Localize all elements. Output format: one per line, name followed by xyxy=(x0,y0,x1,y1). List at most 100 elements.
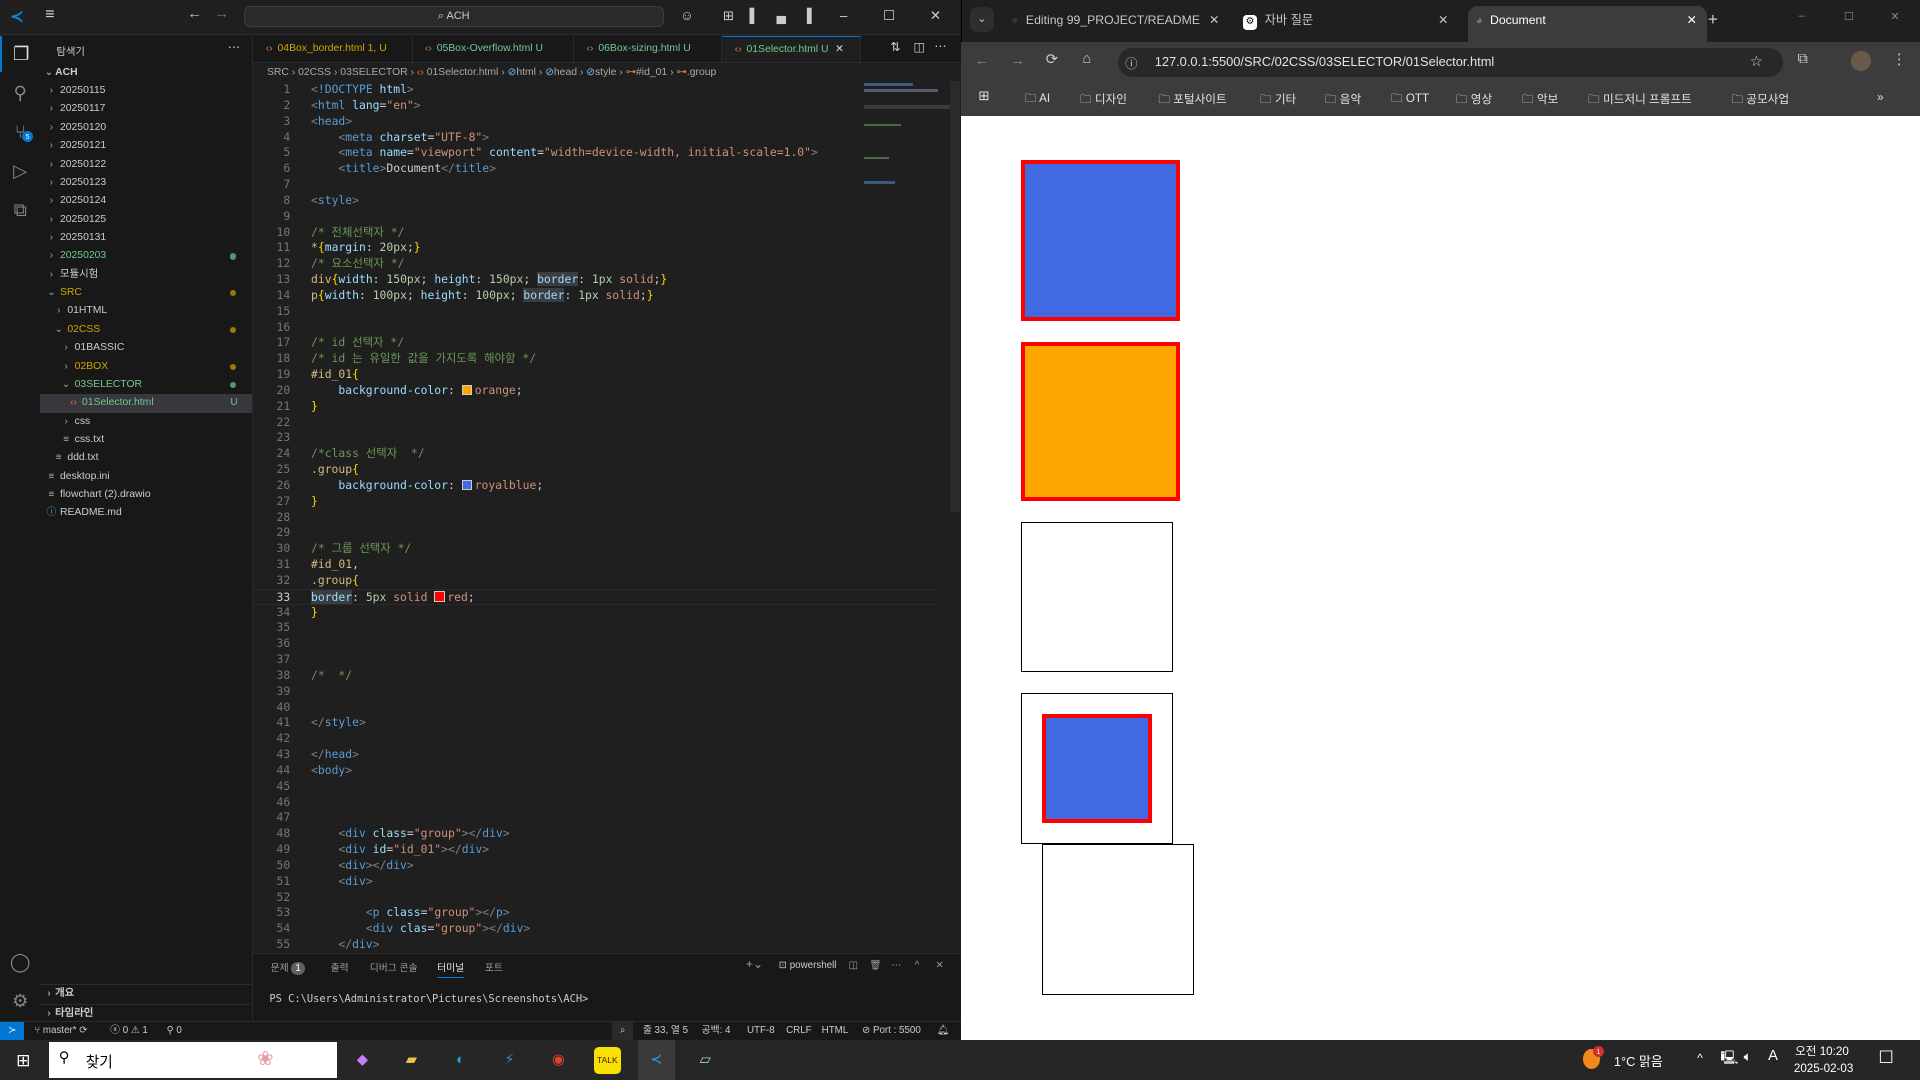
code-line[interactable]: 51 <div> xyxy=(253,874,939,890)
more-actions-icon[interactable]: ⋯ xyxy=(228,40,240,54)
tree-root-ach[interactable]: ⌄ ACH xyxy=(40,64,252,82)
tab-ports[interactable]: 포트 xyxy=(485,960,503,974)
code-line[interactable]: 14 p{width: 100px; height: 100px; border:… xyxy=(253,287,939,304)
site-info-icon[interactable]: ⓘ xyxy=(1125,54,1137,72)
tree-item[interactable]: ≡ desktop.ini xyxy=(40,468,252,486)
more-actions-icon[interactable]: ⋯ xyxy=(934,39,946,53)
extensions-puzzle-icon[interactable]: ⧉ xyxy=(1798,51,1809,67)
tree-item[interactable]: › 01HTML xyxy=(40,302,252,320)
tree-item[interactable]: › 20250125 xyxy=(40,211,252,229)
breadcrumb-item[interactable]: head xyxy=(554,67,577,78)
tab-search-chevron-icon[interactable]: ⌄ xyxy=(969,7,995,32)
more-actions-icon[interactable]: ⋯ xyxy=(891,960,901,971)
tree-item[interactable]: ‹› 01Selector.html U xyxy=(40,394,253,413)
tree-item[interactable]: › 01BASSIC xyxy=(40,339,252,357)
network-app-icon[interactable]: ⚡ xyxy=(496,1047,523,1074)
tree-item[interactable]: › 20250203 xyxy=(40,247,252,265)
color-swatch[interactable] xyxy=(461,384,473,396)
cursor-position[interactable]: 줄 33, 열 5 xyxy=(643,1022,688,1040)
tab-01selector[interactable]: ‹› 01Selector.html U ✕ xyxy=(722,35,861,63)
code-line[interactable]: 1 <!DOCTYPE html> xyxy=(253,82,939,98)
tree-item[interactable]: › 20250115 xyxy=(40,82,252,100)
code-line[interactable]: 42 xyxy=(253,731,939,747)
forward-arrow-icon[interactable]: → xyxy=(214,6,229,22)
bookmark-folder[interactable]: 🗀︎ OTT xyxy=(1391,91,1429,110)
tree-item[interactable]: › 20250131 xyxy=(40,229,252,247)
breadcrumb-item[interactable]: style xyxy=(595,67,616,78)
compare-changes-icon[interactable]: ⇅ xyxy=(890,40,900,54)
code-line[interactable]: 53 <p class="group"></p> xyxy=(253,905,939,921)
code-line[interactable]: 54 <div clas="group"></div> xyxy=(253,921,939,937)
terminal-output[interactable]: PS C:\Users\Administrator\Pictures\Scree… xyxy=(269,993,588,1005)
code-line[interactable]: 37 xyxy=(253,652,939,668)
breadcrumb-item[interactable]: 01Selector.html xyxy=(427,67,499,78)
bookmark-folder[interactable]: 🗀︎ 음악 xyxy=(1325,91,1361,111)
code-line[interactable]: 16 xyxy=(253,320,939,336)
close-panel-icon[interactable]: ✕ xyxy=(936,960,944,971)
tree-item[interactable]: › 02BOX xyxy=(40,358,252,376)
code-line[interactable]: 4 <meta charset="UTF-8"> xyxy=(253,130,939,146)
back-arrow-icon[interactable]: ← xyxy=(975,53,990,69)
home-icon[interactable]: ⌂ xyxy=(1082,51,1091,67)
browser-tab-document[interactable]: ◕ Document ✕ xyxy=(1467,6,1707,42)
code-line[interactable]: 38 /* */ xyxy=(253,668,939,684)
color-swatch[interactable] xyxy=(461,479,473,491)
tree-item[interactable]: › 20250122 xyxy=(40,156,252,174)
code-line[interactable]: 32 .group{ xyxy=(253,573,939,589)
toggle-sidebar-icon[interactable]: ▌ xyxy=(746,7,763,24)
notifications-bell-icon[interactable]: 🔔︎ xyxy=(937,1022,949,1040)
weather-icon[interactable]: 1 xyxy=(1583,1045,1605,1069)
apps-grid-icon[interactable]: ⊞ xyxy=(978,88,989,104)
taskbar-search-box[interactable]: ⚲ 찾기 ❀ xyxy=(48,1042,337,1078)
tree-item[interactable]: › 20250117 xyxy=(40,100,252,118)
toggle-secondary-sidebar-icon[interactable]: ▐ xyxy=(798,7,815,24)
tree-item[interactable]: ≡ css.txt xyxy=(40,431,252,449)
tab-05box-overflow[interactable]: ‹› 05Box-Overflow.html U xyxy=(412,35,575,63)
copilot-icon[interactable]: ☺ xyxy=(678,7,695,24)
tray-overflow-icon[interactable]: ^ xyxy=(1697,1051,1703,1065)
trash-icon[interactable]: 🗑 xyxy=(869,960,881,971)
copilot-icon[interactable]: ◆ xyxy=(349,1047,376,1074)
code-line[interactable]: 49 <div id="id_01"></div> xyxy=(253,842,939,858)
code-line[interactable]: 27} xyxy=(253,494,939,510)
zoom-icon[interactable]: ⌕ xyxy=(612,1022,634,1041)
tree-item[interactable]: ≡ ddd.txt xyxy=(40,449,252,467)
network-icon[interactable]: 🖳︎ xyxy=(1720,1049,1738,1071)
code-line[interactable]: 18 /* id 는 유일한 값을 가지도록 해야함 */ xyxy=(253,351,939,367)
code-line[interactable]: 12 /* 요소선택자 */ xyxy=(253,256,939,272)
close-icon[interactable]: ✕ xyxy=(927,7,944,24)
breadcrumb-item[interactable]: #id_01 xyxy=(636,67,667,78)
clock-time[interactable]: 오전 10:20 xyxy=(1795,1043,1849,1059)
code-line[interactable]: 20 background-color: orange; xyxy=(253,383,939,399)
maximize-icon[interactable]: ☐ xyxy=(880,7,897,24)
code-line[interactable]: 7 xyxy=(253,177,939,193)
new-tab-icon[interactable]: + xyxy=(1708,9,1718,30)
chrome-menu-icon[interactable]: ⋮ xyxy=(1892,51,1907,68)
problems-indicator[interactable]: ⓧ 0 ⚠ 1 xyxy=(110,1022,148,1040)
command-center-search[interactable]: ⌕ ACH xyxy=(243,6,664,27)
terminal-shell-selector[interactable]: ⊡ powershell xyxy=(779,960,837,971)
language-mode[interactable]: HTML xyxy=(822,1022,849,1040)
code-line[interactable]: 25 .group{ xyxy=(253,462,939,478)
code-line[interactable]: 44 <body> xyxy=(253,763,939,779)
code-line[interactable]: 9 xyxy=(253,209,939,225)
outline-section[interactable]: › 개요 xyxy=(40,984,253,1003)
vscode-taskbar-icon[interactable]: ≺ xyxy=(637,1039,675,1080)
tree-item[interactable]: › css xyxy=(40,413,252,431)
bookmark-folder[interactable]: 🗀︎ 포털사이트 xyxy=(1158,91,1226,111)
chrome-icon[interactable]: ◉ xyxy=(545,1047,572,1074)
tab-close-icon[interactable]: ✕ xyxy=(835,44,844,55)
forward-arrow-icon[interactable]: → xyxy=(1010,53,1025,69)
file-explorer-icon[interactable]: ▰ xyxy=(398,1047,425,1074)
code-line[interactable]: 47 xyxy=(253,810,939,826)
minimize-icon[interactable]: – xyxy=(1799,10,1805,22)
code-line[interactable]: 52 xyxy=(253,890,939,906)
color-swatch[interactable] xyxy=(434,591,445,602)
tab-close-icon[interactable]: ✕ xyxy=(1438,6,1448,35)
profile-avatar[interactable] xyxy=(1851,51,1871,71)
extensions-icon[interactable]: ⧉ xyxy=(0,192,40,229)
minimap[interactable] xyxy=(857,81,951,953)
code-line[interactable]: 55 </div> xyxy=(253,937,939,953)
live-server-port[interactable]: ⊘ Port : 5500 xyxy=(862,1022,921,1040)
tab-04box-border[interactable]: ‹› 04Box_border.html 1, U xyxy=(253,35,413,63)
